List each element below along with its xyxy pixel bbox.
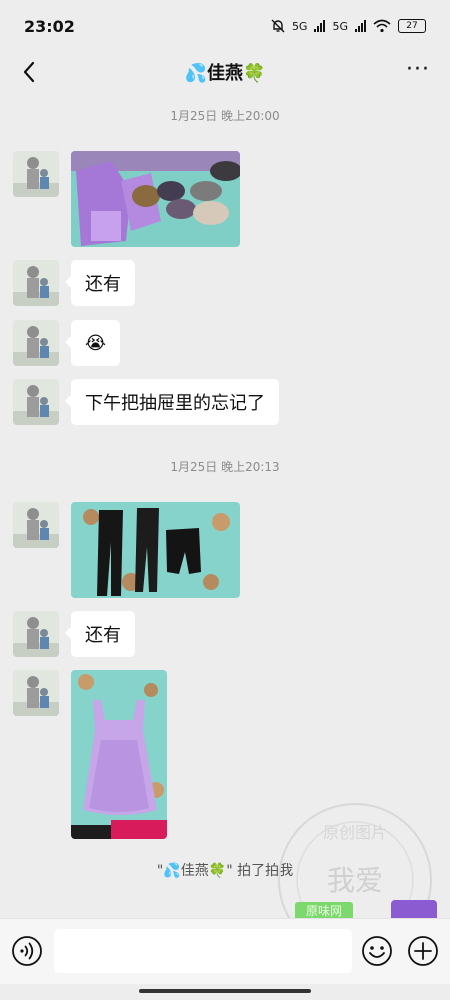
avatar[interactable] (13, 611, 59, 657)
signal-icon (355, 20, 366, 32)
avatar[interactable] (13, 670, 59, 716)
status-bar: 23:02 5G 5G 27 (0, 0, 450, 52)
avatar[interactable] (13, 320, 59, 366)
voice-icon[interactable] (11, 935, 43, 967)
mute-bell-icon (271, 19, 285, 33)
network-label-2: 5G (332, 19, 348, 33)
status-icons: 5G 5G 27 (271, 19, 426, 33)
battery-icon: 27 (398, 19, 426, 33)
chevron-left-icon[interactable] (16, 58, 44, 86)
message-bubble[interactable]: 还有 (65, 611, 135, 657)
pat-notice: "💦佳燕🍀" 拍了拍我 (156, 863, 294, 879)
network-label-1: 5G (291, 19, 308, 33)
home-indicator (139, 989, 311, 993)
avatar[interactable] (13, 260, 59, 306)
message-bubble[interactable]: 下午把抽屉里的忘记了 (65, 379, 279, 425)
message-image[interactable] (71, 670, 167, 839)
message-input[interactable] (54, 929, 352, 973)
chat-title: 💦佳燕🍀 (184, 63, 266, 84)
chat-header: 💦佳燕🍀 ··· (0, 52, 450, 92)
emoji-face-icon[interactable] (361, 935, 393, 967)
avatar[interactable] (13, 502, 59, 548)
wifi-icon (373, 19, 391, 33)
status-time: 23:02 (24, 16, 75, 36)
signal-icon (314, 20, 326, 32)
message-image[interactable] (71, 151, 240, 247)
watermark-text: 原创图片 (323, 823, 387, 842)
message-timestamp: 1月25日 晚上20:00 (170, 109, 280, 123)
message-timestamp: 1月25日 晚上20:13 (170, 460, 280, 474)
more-dots-icon[interactable]: ··· (406, 59, 430, 81)
avatar[interactable] (13, 379, 59, 425)
plus-circle-icon[interactable] (407, 935, 439, 967)
message-image[interactable] (71, 502, 240, 598)
chat-input-bar (0, 918, 450, 984)
avatar[interactable] (13, 151, 59, 197)
message-bubble[interactable]: 😭 (64, 320, 121, 366)
message-bubble[interactable]: 还有 (65, 260, 135, 306)
